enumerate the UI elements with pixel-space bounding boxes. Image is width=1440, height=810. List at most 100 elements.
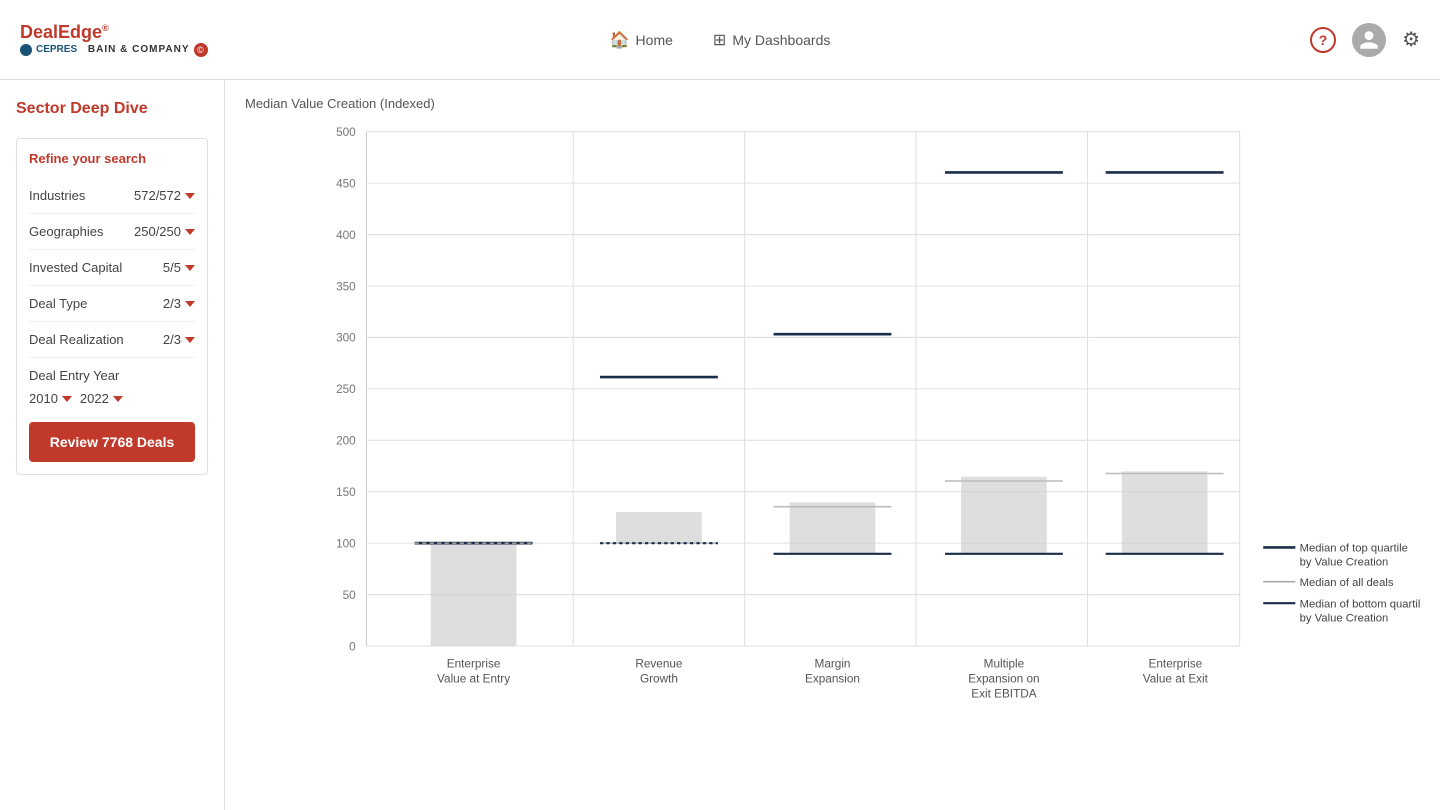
filter-value-deal-type[interactable]: 2/3: [163, 296, 195, 311]
settings-icon[interactable]: ⚙: [1402, 27, 1420, 52]
filter-row-geographies: Geographies 250/250: [29, 214, 195, 250]
year-to-select[interactable]: 2022: [80, 391, 123, 406]
svg-text:300: 300: [336, 332, 356, 345]
bar-multiple-exp: [945, 172, 1063, 553]
main-layout: Sector Deep Dive Refine your search Indu…: [0, 80, 1440, 810]
review-deals-button[interactable]: Review 7768 Deals: [29, 422, 195, 462]
deal-realization-value: 2/3: [163, 332, 181, 347]
geographies-value: 250/250: [134, 224, 181, 239]
deal-type-value: 2/3: [163, 296, 181, 311]
svg-text:Median of bottom quartile: Median of bottom quartile: [1300, 598, 1420, 610]
filter-label-industries: Industries: [29, 188, 85, 203]
svg-text:500: 500: [336, 126, 356, 139]
nav-dashboards[interactable]: ⊞ My Dashboards: [713, 30, 830, 50]
svg-text:50: 50: [343, 589, 357, 602]
filter-panel: Refine your search Industries 572/572 Ge…: [16, 138, 208, 475]
svg-text:Exit EBITDA: Exit EBITDA: [971, 687, 1037, 700]
industries-chevron-icon[interactable]: [185, 193, 195, 199]
bar-ev-exit: [1106, 172, 1224, 553]
svg-text:200: 200: [336, 435, 356, 448]
svg-text:250: 250: [336, 383, 356, 396]
chart-title: Median Value Creation (Indexed): [245, 96, 1420, 111]
filter-value-industries[interactable]: 572/572: [134, 188, 195, 203]
refine-title: Refine your search: [29, 151, 195, 166]
logo-main-text: DealEdge: [20, 22, 102, 42]
home-label: Home: [636, 32, 673, 48]
svg-text:Growth: Growth: [640, 672, 678, 685]
svg-text:0: 0: [349, 640, 356, 653]
svg-text:Margin: Margin: [815, 657, 851, 670]
year-from-select[interactable]: 2010: [29, 391, 72, 406]
svg-text:Value at Entry: Value at Entry: [437, 672, 510, 685]
nav-home[interactable]: 🏠 Home: [610, 30, 673, 50]
bain-circle-icon: ©: [194, 43, 208, 57]
layers-icon: ⊞: [713, 30, 726, 50]
logo-sup: ®: [102, 23, 109, 33]
svg-text:Multiple: Multiple: [984, 657, 1025, 670]
svg-text:Expansion on: Expansion on: [968, 672, 1039, 685]
invested-capital-chevron-icon[interactable]: [185, 265, 195, 271]
svg-text:Enterprise: Enterprise: [1149, 657, 1203, 670]
svg-text:350: 350: [336, 280, 356, 293]
industries-value: 572/572: [134, 188, 181, 203]
deal-realization-filter-icon[interactable]: [185, 337, 195, 343]
filter-label-invested-capital: Invested Capital: [29, 260, 122, 275]
bar-rev-growth: [600, 377, 718, 543]
geographies-chevron-icon[interactable]: [185, 229, 195, 235]
svg-text:Revenue: Revenue: [635, 657, 683, 670]
svg-text:400: 400: [336, 229, 356, 242]
header-nav: 🏠 Home ⊞ My Dashboards: [610, 30, 831, 50]
svg-text:by Value Creation: by Value Creation: [1300, 612, 1389, 624]
avatar-icon: [1358, 29, 1380, 51]
svg-text:by Value Creation: by Value Creation: [1300, 557, 1389, 569]
filter-row-deal-realization: Deal Realization 2/3: [29, 322, 195, 358]
svg-text:100: 100: [336, 537, 356, 550]
logo-sub: CEPRES BAIN & COMPANY ©: [20, 43, 208, 57]
invested-capital-value: 5/5: [163, 260, 181, 275]
filter-row-invested-capital: Invested Capital 5/5: [29, 250, 195, 286]
year-from-value: 2010: [29, 391, 58, 406]
sidebar-title: Sector Deep Dive: [16, 100, 208, 118]
help-button[interactable]: ?: [1310, 27, 1336, 53]
filter-row-deal-type: Deal Type 2/3: [29, 286, 195, 322]
cepres-dot-icon: [20, 44, 32, 56]
svg-text:Median of all deals: Median of all deals: [1300, 577, 1394, 589]
svg-text:Enterprise: Enterprise: [447, 657, 501, 670]
year-to-chevron-icon[interactable]: [113, 396, 123, 402]
x-axis-labels: Enterprise Value at Entry Revenue Growth…: [437, 657, 1209, 700]
deal-type-filter-icon[interactable]: [185, 301, 195, 307]
filter-label-deal-type: Deal Type: [29, 296, 87, 311]
year-to-value: 2022: [80, 391, 109, 406]
svg-text:Expansion: Expansion: [805, 672, 860, 685]
logo-separator: [81, 44, 84, 56]
chart-area: Median Value Creation (Indexed) 500 450: [225, 80, 1440, 810]
logo-area: DealEdge® CEPRES BAIN & COMPANY ©: [20, 22, 208, 58]
year-from-chevron-icon[interactable]: [62, 396, 72, 402]
svg-text:450: 450: [336, 177, 356, 190]
logo-cepres: CEPRES: [36, 44, 77, 56]
logo-bain: BAIN & COMPANY: [88, 44, 190, 56]
deal-entry-year-section: Deal Entry Year 2010 2022: [29, 358, 195, 406]
filter-row-industries: Industries 572/572: [29, 178, 195, 214]
user-avatar[interactable]: [1352, 23, 1386, 57]
chart-container: 500 450 400 350 300 250: [245, 121, 1420, 721]
filter-value-geographies[interactable]: 250/250: [134, 224, 195, 239]
dashboards-label: My Dashboards: [732, 32, 830, 48]
bar-margin-exp: [774, 334, 892, 554]
header-right: ? ⚙: [1310, 23, 1420, 57]
year-selectors: 2010 2022: [29, 391, 195, 406]
svg-text:Value at Exit: Value at Exit: [1143, 672, 1209, 685]
bar-ev-entry: [415, 543, 533, 646]
filter-value-invested-capital[interactable]: 5/5: [163, 260, 195, 275]
sidebar: Sector Deep Dive Refine your search Indu…: [0, 80, 225, 810]
filter-label-geographies: Geographies: [29, 224, 103, 239]
filter-value-deal-realization[interactable]: 2/3: [163, 332, 195, 347]
chart-legend: Median of top quartile by Value Creation…: [1263, 543, 1420, 625]
header: DealEdge® CEPRES BAIN & COMPANY © 🏠 Home…: [0, 0, 1440, 80]
deal-entry-year-label: Deal Entry Year: [29, 368, 195, 383]
logo-dealedge: DealEdge®: [20, 22, 208, 44]
help-icon: ?: [1319, 32, 1328, 48]
home-icon: 🏠: [610, 30, 630, 50]
svg-text:150: 150: [336, 486, 356, 499]
svg-text:Median of top quartile: Median of top quartile: [1300, 543, 1408, 555]
